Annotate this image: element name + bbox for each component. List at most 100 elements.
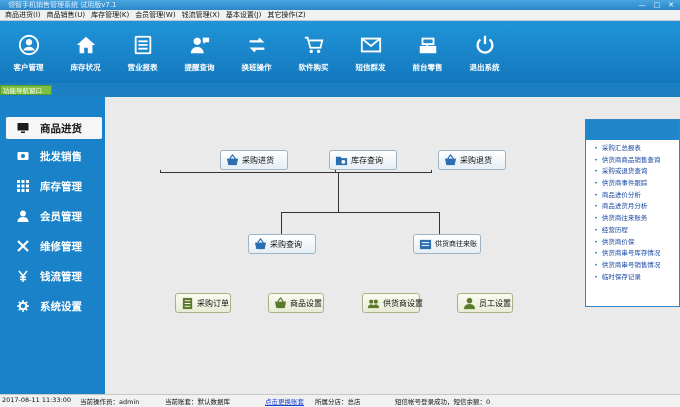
purchase-in-label: 采购进货: [242, 155, 274, 165]
menu-purchase[interactable]: 商品进货(I): [2, 10, 44, 20]
house-icon: [74, 33, 98, 57]
report-link[interactable]: 供货商串号库存情况: [594, 248, 679, 260]
toolbar-sms-button[interactable]: 短信群发: [342, 21, 399, 83]
stock-query-button[interactable]: 库存查询: [329, 150, 397, 170]
purchase-order-label: 采购订单: [197, 298, 229, 308]
report-link[interactable]: 供货商串号销售情况: [594, 260, 679, 272]
purchase-return-label: 采购退货: [460, 155, 492, 165]
toolbar-exit-button[interactable]: 退出系统: [456, 21, 513, 83]
purchase-order-button[interactable]: 采购订单: [175, 293, 231, 313]
ledger-icon: [418, 237, 432, 251]
report-link[interactable]: 经营历程: [594, 225, 679, 237]
sidebar-item-cashflow[interactable]: 钱流管理: [6, 265, 102, 287]
connector-line: [281, 212, 282, 235]
reports-list: 采购汇总报表 供货商商品销售查询 采购或退货查询 供货商事件跟踪 商品进价分析 …: [586, 140, 679, 283]
swap-arrows-icon: [245, 33, 269, 57]
monitor-icon: [16, 121, 30, 135]
sidebar-item-inventory[interactable]: 库存管理: [6, 175, 102, 197]
tools-icon: [16, 239, 30, 253]
report-link[interactable]: 采购汇总报表: [594, 143, 679, 155]
supplier-settings-label: 供货商设置: [383, 298, 423, 308]
message-icon: [359, 33, 383, 57]
menu-cashflow[interactable]: 钱流管理(X): [179, 10, 223, 20]
minimize-button[interactable]: —: [639, 0, 646, 10]
gear-icon: [16, 299, 30, 313]
toolbar-buy-button[interactable]: 软件购买: [285, 21, 342, 83]
purchase-in-button[interactable]: 采购进货: [220, 150, 288, 170]
toolbar-customers-button[interactable]: 客户管理: [0, 21, 57, 83]
toolbar-label: 前台零售: [412, 63, 443, 72]
status-branch: 所属分店：总店: [315, 398, 361, 406]
menu-other[interactable]: 其它操作(Z): [264, 10, 308, 20]
report-link[interactable]: 供货商价保: [594, 237, 679, 249]
supplier-settings-button[interactable]: 供货商设置: [362, 293, 423, 313]
supplier-icon: [367, 296, 380, 310]
grid-icon: [16, 179, 30, 193]
money-icon: [16, 149, 30, 163]
toolbar-label: 退出系统: [469, 63, 500, 72]
cash-register-icon: [416, 33, 440, 57]
report-link[interactable]: 商品进货月分析: [594, 201, 679, 213]
status-account: 当前账套：默认数据库: [165, 398, 230, 406]
toolbar-label: 软件购买: [298, 63, 329, 72]
toolbar-shift-button[interactable]: 换班操作: [228, 21, 285, 83]
toolbar-label: 提醒查询: [184, 63, 215, 72]
toolbar-report-button[interactable]: 营业报表: [114, 21, 171, 83]
toolbar-reminder-button[interactable]: 提醒查询: [171, 21, 228, 83]
sidebar-item-repair[interactable]: 维修管理: [6, 235, 102, 257]
window-controls: — □ ✕: [639, 0, 675, 10]
menu-inventory[interactable]: 库存管理(K): [88, 10, 132, 20]
toolbar-stock-button[interactable]: 库存状况: [57, 21, 114, 83]
sidebar-item-purchase[interactable]: 商品进货: [6, 117, 102, 139]
person-chat-icon: [188, 33, 212, 57]
product-settings-button[interactable]: 商品设置: [268, 293, 324, 313]
nav-strip: 功能导航窗口: [0, 83, 680, 97]
toolbar-retail-button[interactable]: 前台零售: [399, 21, 456, 83]
report-link[interactable]: 供货商商品销售查询: [594, 155, 679, 167]
supplier-account-label: 供货商往来账: [435, 240, 477, 248]
close-button[interactable]: ✕: [668, 0, 674, 10]
supplier-account-button[interactable]: 供货商往来账: [413, 234, 481, 254]
change-account-link[interactable]: 点击更换账套: [265, 396, 304, 406]
report-link[interactable]: 商品进价分析: [594, 190, 679, 202]
menu-settings[interactable]: 基本设置(J): [223, 10, 265, 20]
sidebar-item-label: 批发销售: [40, 150, 82, 163]
maximize-button[interactable]: □: [654, 0, 661, 10]
main-toolbar: 客户管理 库存状况 营业报表 提醒查询 换班操作 软件购买 短信群发 前台零售 …: [0, 21, 680, 83]
sidebar-item-label: 维修管理: [40, 240, 82, 253]
sidebar-item-wholesale[interactable]: 批发销售: [6, 145, 102, 167]
yen-icon: [16, 269, 30, 283]
staff-settings-label: 员工设置: [479, 298, 511, 308]
basket-icon: [225, 153, 239, 167]
menu-members[interactable]: 会员管理(W): [132, 10, 178, 20]
status-bar: 2017-08-11 11:33:00 当前操作员：admin 当前账套：默认数…: [0, 394, 680, 407]
sidebar-item-members[interactable]: 会员管理: [6, 205, 102, 227]
report-link[interactable]: 供货商事件跟踪: [594, 178, 679, 190]
reports-panel: 采购汇总报表 供货商商品销售查询 采购或退货查询 供货商事件跟踪 商品进价分析 …: [585, 119, 680, 307]
connector-line: [335, 170, 336, 173]
staff-settings-button[interactable]: 员工设置: [457, 293, 513, 313]
reports-panel-header: [586, 120, 679, 140]
menu-sales[interactable]: 商品销售(U): [44, 10, 89, 20]
purchase-query-button[interactable]: 采购查询: [248, 234, 316, 254]
connector-line: [281, 212, 439, 213]
sidebar-item-label: 系统设置: [40, 300, 82, 313]
status-datetime: 2017-08-11 11:33:00: [2, 396, 72, 404]
basket-gear-icon: [273, 296, 287, 310]
sidebar-item-label: 库存管理: [40, 180, 82, 193]
purchase-return-button[interactable]: 采购退货: [438, 150, 506, 170]
report-link[interactable]: 供货商往来账务: [594, 213, 679, 225]
connector-line: [439, 212, 440, 235]
order-list-icon: [180, 296, 194, 310]
toolbar-label: 换班操作: [241, 63, 272, 72]
sidebar-item-system[interactable]: 系统设置: [6, 295, 102, 317]
report-link[interactable]: 临时保存记录: [594, 272, 679, 284]
nav-window-tab[interactable]: 功能导航窗口: [0, 85, 52, 95]
toolbar-label: 客户管理: [13, 63, 44, 72]
connector-line: [431, 170, 432, 173]
status-operator: 当前操作员：admin: [80, 398, 140, 406]
person-icon: [16, 209, 30, 223]
stock-query-label: 库存查询: [351, 155, 383, 165]
connector-line: [160, 172, 432, 173]
report-link[interactable]: 采购或退货查询: [594, 166, 679, 178]
